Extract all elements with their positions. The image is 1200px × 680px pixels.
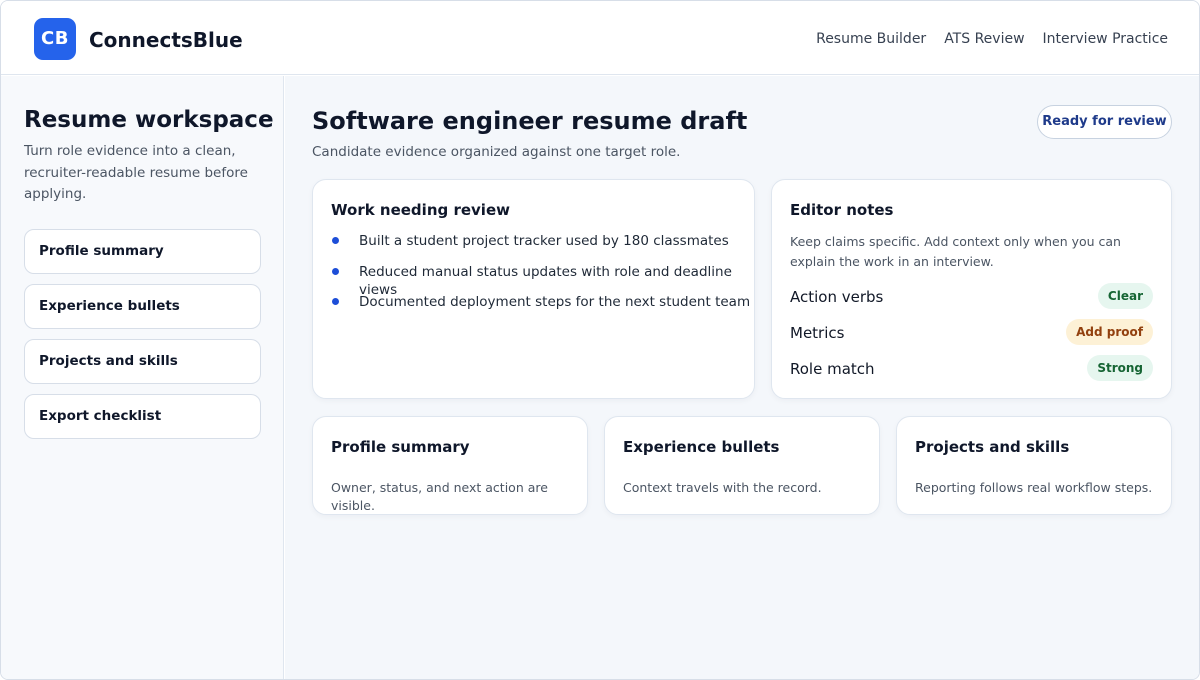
top-nav: Resume Builder ATS Review Interview Prac… (816, 30, 1168, 48)
nav-link-interview-practice[interactable]: Interview Practice (1043, 30, 1168, 48)
note-row-metrics: Metrics Add proof (790, 319, 1153, 347)
page-title: Software engineer resume draft (312, 107, 748, 135)
card-description: Context travels with the record. (623, 480, 822, 495)
bullet-dot-icon (332, 267, 339, 275)
review-bullet-list: Built a student project tracker used by … (331, 232, 754, 324)
ready-for-review-button[interactable]: Ready for review (1037, 105, 1172, 139)
card-title: Work needing review (331, 201, 510, 219)
list-item: Reduced manual status updates with role … (331, 263, 754, 298)
status-badge: Strong (1087, 355, 1153, 381)
logo-icon: CB (34, 18, 76, 60)
sidebar-item-export-checklist[interactable]: Export checklist (24, 394, 261, 439)
list-item: Documented deployment steps for the next… (331, 293, 754, 324)
editor-notes-card: Editor notes Keep claims specific. Add c… (771, 179, 1172, 399)
experience-bullets-card: Experience bullets Context travels with … (604, 416, 880, 515)
card-description: Owner, status, and next action are visib… (331, 480, 548, 513)
note-label: Metrics (790, 324, 845, 342)
note-label: Action verbs (790, 288, 884, 306)
sidebar-item-projects-and-skills[interactable]: Projects and skills (24, 339, 261, 384)
profile-summary-card: Profile summary Owner, status, and next … (312, 416, 588, 515)
card-title: Projects and skills (915, 438, 1070, 456)
bullet-dot-icon (332, 298, 339, 305)
bullet-text: Built a student project tracker used by … (359, 233, 729, 249)
card-title: Profile summary (331, 438, 470, 456)
status-badge: Add proof (1066, 319, 1153, 345)
nav-link-ats-review[interactable]: ATS Review (944, 30, 1024, 48)
app-window: CB ConnectsBlue Resume Builder ATS Revie… (0, 0, 1200, 680)
bullet-text: Documented deployment steps for the next… (359, 294, 751, 310)
card-description: Reporting follows real workflow steps. (915, 480, 1153, 495)
card-title: Editor notes (790, 201, 894, 219)
sidebar-description: Turn role evidence into a clean, recruit… (24, 143, 248, 202)
top-bar: CB ConnectsBlue Resume Builder ATS Revie… (1, 1, 1199, 75)
sidebar: Resume workspace Turn role evidence into… (1, 76, 284, 679)
nav-link-resume-builder[interactable]: Resume Builder (816, 30, 926, 48)
work-needing-review-card: Work needing review Built a student proj… (312, 179, 755, 399)
note-row-action-verbs: Action verbs Clear (790, 283, 1153, 311)
page-subtitle: Candidate evidence organized against one… (312, 144, 681, 160)
bullet-dot-icon (332, 237, 339, 244)
note-label: Role match (790, 360, 875, 378)
sidebar-item-profile-summary[interactable]: Profile summary (24, 229, 261, 274)
sidebar-title: Resume workspace (24, 107, 274, 133)
list-item: Built a student project tracker used by … (331, 232, 754, 263)
note-row-role-match: Role match Strong (790, 355, 1153, 383)
projects-and-skills-card: Projects and skills Reporting follows re… (896, 416, 1172, 515)
brand-name: ConnectsBlue (89, 28, 243, 52)
status-badge: Clear (1097, 283, 1153, 309)
sidebar-item-experience-bullets[interactable]: Experience bullets (24, 284, 261, 329)
main-content: Software engineer resume draft Candidate… (285, 76, 1199, 679)
card-title: Experience bullets (623, 438, 780, 456)
notes-description: Keep claims specific. Add context only w… (790, 234, 1121, 269)
